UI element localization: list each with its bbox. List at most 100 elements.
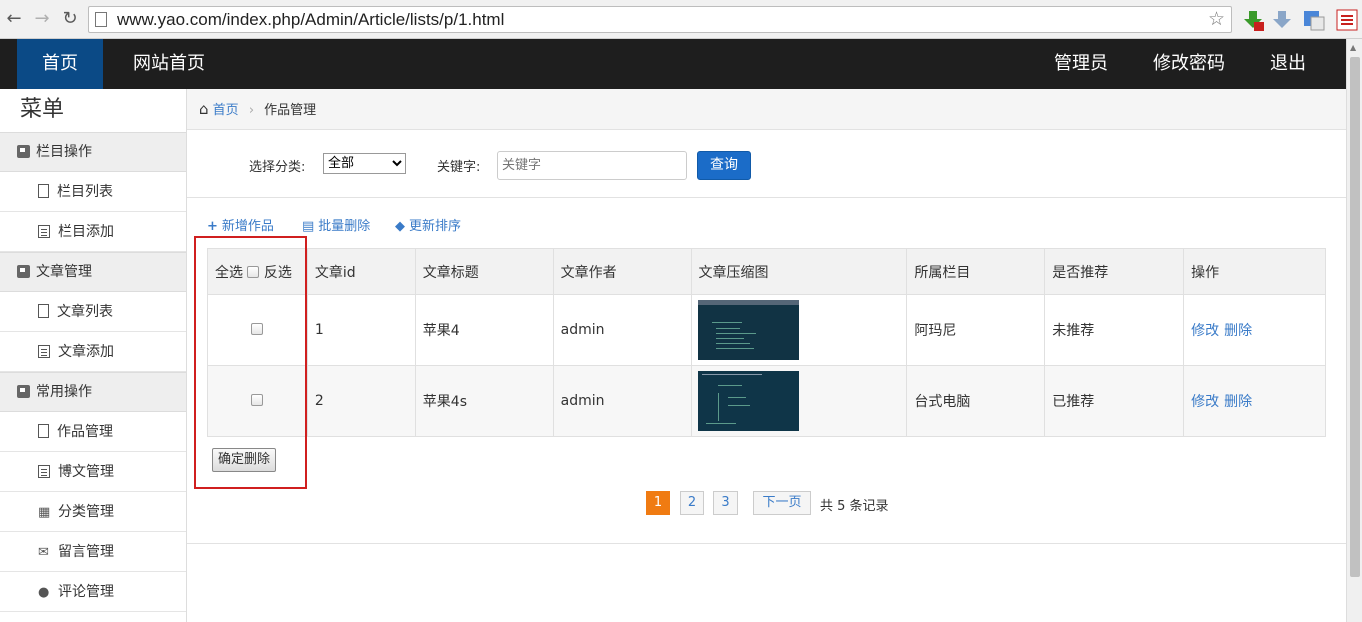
nav-home[interactable]: 首页	[17, 39, 103, 89]
author-cell: admin	[552, 294, 692, 366]
download-arrow-icon[interactable]	[1271, 9, 1293, 31]
thumbnail-image	[697, 371, 799, 431]
thumbnail-cell	[690, 365, 908, 437]
sidebar-title: 菜单	[20, 97, 65, 122]
list-icon	[38, 465, 50, 478]
category-label: 选择分类:	[249, 160, 306, 175]
sidebar-item-label: 栏目添加	[58, 224, 114, 240]
sidebar-group-label: 常用操作	[36, 384, 92, 400]
id-cell: 2	[306, 365, 416, 437]
address-bar[interactable]: www.yao.com/index.php/Admin/Article/list…	[88, 6, 1232, 33]
back-arrow-icon[interactable]: ←	[4, 9, 24, 29]
sidebar-group-article[interactable]: 文章管理	[0, 252, 186, 292]
sidebar-item-works[interactable]: 作品管理	[0, 412, 186, 452]
sidebar-item-column-list[interactable]: 栏目列表	[0, 172, 186, 212]
breadcrumb-current: 作品管理	[264, 103, 317, 118]
filter-bar: 选择分类: 全部 关键字: 查询	[187, 130, 1346, 198]
sidebar-item-label: 留言管理	[58, 544, 114, 560]
operation-cell: 修改 删除	[1183, 365, 1326, 437]
sidebar-item-label: 文章列表	[57, 304, 113, 320]
column-header: 操作	[1183, 248, 1326, 295]
column-header: 文章压缩图	[690, 248, 908, 295]
edit-link[interactable]: 修改	[1191, 323, 1219, 339]
sidebar-group-common[interactable]: 常用操作	[0, 372, 186, 412]
sidebar-group-label: 文章管理	[36, 264, 92, 280]
tag-icon: ◆	[395, 219, 405, 234]
batch-delete-label: 批量删除	[318, 219, 371, 234]
breadcrumb-separator: ›	[248, 103, 255, 118]
sidebar-item-categories[interactable]: ▦ 分类管理	[0, 492, 186, 532]
scrollbar-thumb[interactable]	[1350, 57, 1360, 577]
next-page-link[interactable]: 下一页	[753, 491, 811, 515]
column-header: 文章标题	[414, 248, 554, 295]
home-icon: ⌂	[199, 100, 209, 118]
recommend-cell: 已推荐	[1044, 365, 1185, 437]
list-icon	[38, 345, 50, 358]
menu-icon[interactable]	[1336, 9, 1358, 31]
title-cell: 苹果4	[414, 294, 554, 366]
sidebar-item-label: 栏目列表	[57, 184, 113, 200]
keyword-label: 关键字:	[437, 160, 481, 175]
translate-icon[interactable]	[1303, 9, 1325, 31]
table-row: 1 苹果4 admin 阿玛尼 未推荐 修改 删除	[207, 294, 1326, 366]
trash-icon: ▤	[302, 219, 315, 234]
sidebar-item-label: 评论管理	[58, 584, 114, 600]
page-link[interactable]: 3	[713, 491, 738, 515]
edit-link[interactable]: 修改	[1191, 394, 1219, 410]
plus-icon: +	[207, 219, 218, 234]
sidebar-item-article-list[interactable]: 文章列表	[0, 292, 186, 332]
id-cell: 1	[306, 294, 416, 366]
sidebar-item-blog[interactable]: 博文管理	[0, 452, 186, 492]
sidebar-item-column-add[interactable]: 栏目添加	[0, 212, 186, 252]
delete-link[interactable]: 删除	[1224, 394, 1252, 410]
category-cell: 阿玛尼	[906, 294, 1046, 366]
thumbnail-image	[697, 300, 799, 360]
delete-link[interactable]: 删除	[1224, 323, 1252, 339]
url-text[interactable]: www.yao.com/index.php/Admin/Article/list…	[117, 10, 504, 30]
browser-toolbar: ← → ↻ www.yao.com/index.php/Admin/Articl…	[0, 0, 1362, 39]
file-icon	[38, 304, 49, 318]
update-sort-button[interactable]: ◆ 更新排序	[395, 215, 461, 234]
page-link[interactable]: 2	[680, 491, 704, 515]
category-icon	[17, 385, 30, 398]
nav-logout[interactable]: 退出	[1270, 39, 1306, 89]
nav-admin[interactable]: 管理员	[1054, 39, 1108, 89]
column-header: 文章id	[306, 248, 416, 295]
divider	[187, 543, 1346, 544]
comment-icon: ●	[38, 585, 50, 600]
category-select[interactable]: 全部	[323, 153, 406, 174]
list-icon	[38, 225, 50, 238]
category-icon	[17, 265, 30, 278]
sidebar-item-label: 博文管理	[58, 464, 114, 480]
recommend-cell: 未推荐	[1044, 294, 1185, 366]
nav-site-home[interactable]: 网站首页	[133, 39, 205, 89]
sidebar-group-label: 栏目操作	[36, 144, 92, 160]
bookmark-star-icon[interactable]: ☆	[1208, 8, 1225, 30]
nav-change-password[interactable]: 修改密码	[1153, 39, 1225, 89]
search-button[interactable]: 查询	[697, 151, 751, 180]
batch-delete-button[interactable]: ▤ 批量删除	[302, 215, 370, 234]
title-cell: 苹果4s	[414, 365, 554, 437]
category-icon	[17, 145, 30, 158]
table-row: 2 苹果4s admin 台式电脑 已推荐 修改 删除	[207, 365, 1326, 437]
vertical-scrollbar[interactable]: ▲	[1346, 39, 1362, 622]
reload-icon[interactable]: ↻	[60, 9, 80, 29]
download-extension-icon[interactable]	[1242, 9, 1264, 31]
sidebar-group-column[interactable]: 栏目操作	[0, 132, 186, 172]
sidebar-item-messages[interactable]: ✉ 留言管理	[0, 532, 186, 572]
sidebar-item-article-add[interactable]: 文章添加	[0, 332, 186, 372]
total-records: 共 5 条记录	[820, 499, 889, 514]
update-sort-label: 更新排序	[409, 219, 462, 234]
breadcrumb-home[interactable]: 首页	[213, 103, 239, 118]
sidebar-item-label: 分类管理	[58, 504, 114, 520]
top-navbar: 首页 网站首页 管理员 修改密码 退出	[0, 39, 1346, 89]
page-link-current[interactable]: 1	[646, 491, 670, 515]
highlight-box	[194, 236, 307, 489]
add-work-button[interactable]: + 新增作品	[207, 215, 274, 234]
breadcrumb: ⌂ 首页 › 作品管理	[187, 89, 1346, 130]
forward-arrow-icon[interactable]: →	[32, 9, 52, 29]
scroll-up-icon[interactable]: ▲	[1350, 43, 1356, 52]
sidebar-item-comments[interactable]: ● 评论管理	[0, 572, 186, 612]
file-icon	[38, 184, 49, 198]
keyword-input[interactable]	[497, 151, 687, 180]
